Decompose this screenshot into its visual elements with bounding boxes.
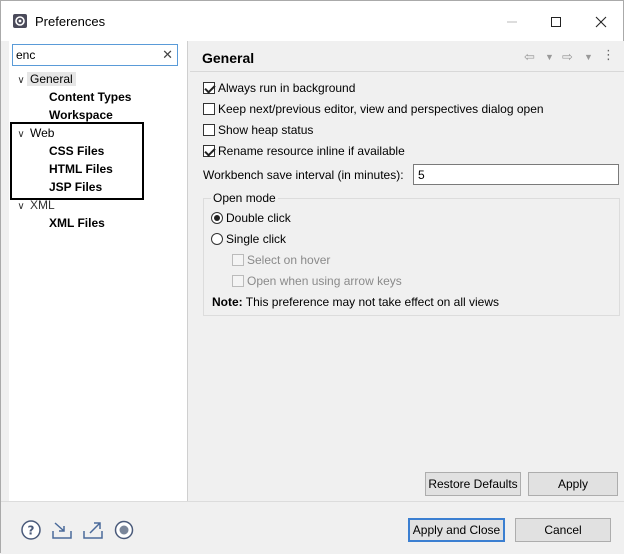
forward-arrow-icon[interactable]: ⇨ [562,49,573,65]
minimize-icon [507,21,517,23]
radio-single-click[interactable]: Single click [211,231,286,247]
option-label: Always run in background [218,81,356,95]
radio-double-click[interactable]: Double click [211,210,291,226]
filter-input[interactable] [16,46,156,64]
option-label: Show heap status [218,123,314,137]
open-mode-note: Note: This preference may not take effec… [212,295,499,309]
preference-page: General ⇦ ▼ ⇨ ▼ ⋮ Always run in backgrou… [190,41,624,501]
cancel-button[interactable]: Cancel [515,518,611,542]
checkbox [232,254,244,266]
close-button[interactable] [581,9,621,35]
option-select-on-hover: Select on hover [232,252,330,268]
apply-button[interactable]: Apply [528,472,618,496]
note-label: Note: [212,295,243,309]
option-label: Select on hover [247,253,331,267]
svg-text:?: ? [28,524,35,538]
tree-item-label: General [27,72,76,86]
divider [190,71,624,72]
note-text: This preference may not take effect on a… [242,295,500,309]
apply-and-close-button[interactable]: Apply and Close [408,518,505,542]
checkbox[interactable] [203,145,215,157]
page-title: General [202,50,255,66]
clear-icon[interactable]: ✕ [162,47,173,63]
maximize-icon [551,17,561,27]
chevron-down-icon[interactable]: ∨ [15,198,27,216]
minimize-button[interactable] [492,9,532,35]
tree-item-label: XML [30,198,55,212]
checkbox [232,275,244,287]
help-icon[interactable]: ? [20,519,42,541]
chevron-down-icon[interactable]: ∨ [15,72,27,90]
checkbox[interactable] [203,103,215,115]
annotation-highlight-box [10,122,144,200]
close-icon [595,16,607,28]
option-open-arrow-keys: Open when using arrow keys [232,273,402,289]
preferences-window: Preferences ✕ ∨General Content Types Wor… [0,0,624,554]
chevron-down-icon[interactable]: ▼ [545,52,554,62]
preferences-tree-panel: ✕ ∨General Content Types Workspace ∨Web … [9,41,188,501]
chevron-down-icon[interactable]: ▼ [584,52,593,62]
option-label: Keep next/previous editor, view and pers… [218,102,544,116]
gear-window-icon [13,14,27,28]
window-title: Preferences [35,14,106,29]
restore-defaults-button[interactable]: Restore Defaults [425,472,521,496]
option-show-heap-status[interactable]: Show heap status [203,122,313,138]
option-always-run-background[interactable]: Always run in background [203,80,355,96]
title-bar: Preferences [1,1,623,41]
record-icon[interactable] [113,519,135,541]
option-rename-inline[interactable]: Rename resource inline if available [203,143,405,159]
import-icon[interactable] [51,519,73,541]
export-icon[interactable] [82,519,104,541]
checkbox[interactable] [203,124,215,136]
option-label: Rename resource inline if available [218,144,405,158]
save-interval-input[interactable] [413,164,619,185]
maximize-button[interactable] [536,9,576,35]
tree-item-general[interactable]: ∨ General [15,70,76,88]
tree-item-xml-files[interactable]: XML Files [49,214,105,232]
save-interval-label: Workbench save interval (in minutes): [203,168,404,182]
dialog-footer: ? Apply and Close Cancel [1,501,624,554]
option-label: Open when using arrow keys [247,274,402,288]
option-keep-dialog-open[interactable]: Keep next/previous editor, view and pers… [203,101,544,117]
radio-button[interactable] [211,212,223,224]
radio-label: Double click [226,211,291,225]
tree-item-content-types[interactable]: Content Types [49,88,131,106]
checkbox[interactable] [203,82,215,94]
more-options-icon[interactable]: ⋮ [602,47,615,63]
filter-box: ✕ [12,44,178,66]
back-arrow-icon[interactable]: ⇦ [524,49,535,65]
radio-label: Single click [226,232,287,246]
open-mode-legend: Open mode [211,191,278,205]
open-mode-group: Open mode Double click Single click Sele… [203,191,620,316]
radio-button[interactable] [211,233,223,245]
